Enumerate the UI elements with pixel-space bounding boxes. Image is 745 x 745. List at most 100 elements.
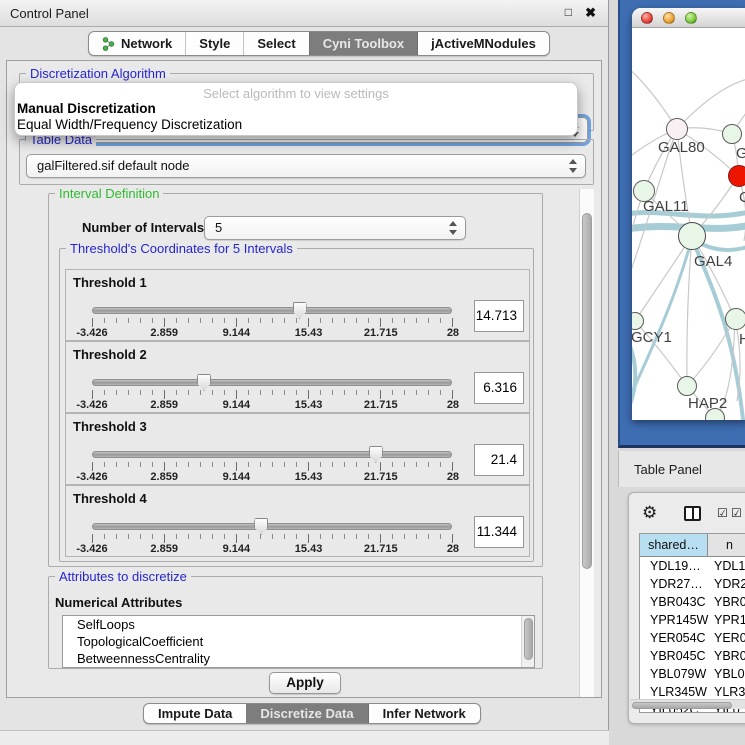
network-node[interactable] — [666, 118, 688, 140]
num-intervals-label: Number of Intervals — [82, 220, 204, 235]
column-header-shared-name[interactable]: shared… — [640, 534, 708, 556]
tab-impute-data[interactable]: Impute Data — [144, 704, 246, 723]
threshold-value-field[interactable]: 11.344 — [474, 516, 524, 548]
network-node[interactable] — [677, 376, 697, 396]
dropdown-option-manual[interactable]: Manual Discretization — [15, 101, 577, 117]
checkbox-icon[interactable]: ☑ — [731, 506, 742, 520]
threshold-label: Threshold 1 — [73, 275, 147, 290]
tab-cyni-toolbox[interactable]: Cyni Toolbox — [309, 32, 417, 55]
table-horizontal-scrollbar[interactable] — [630, 699, 745, 709]
network-node[interactable] — [722, 124, 742, 144]
slider-handle[interactable] — [197, 374, 211, 391]
control-panel: Control Panel □ ✖ Network Style Select C… — [0, 0, 609, 745]
column-header-name[interactable]: n — [708, 534, 745, 556]
table-data-value: galFiltered.sif default node — [37, 158, 189, 173]
group-title: Interval Definition — [55, 186, 163, 201]
table-row[interactable]: YBR043CYBR0 — [640, 593, 745, 611]
panel-scrollbar[interactable] — [579, 189, 594, 697]
bottom-tab-bar: Impute Data Discretize Data Infer Networ… — [143, 703, 481, 724]
node-label: GAL11 — [643, 198, 689, 215]
slider-handle[interactable] — [369, 446, 383, 463]
threshold-panel: Threshold 4 -3.4262.8599.14415.4321.7152… — [65, 485, 530, 557]
close-icon[interactable]: ✖ — [585, 5, 596, 21]
stepper-icon — [449, 221, 458, 235]
node-table: shared… n YDL19…YDL1 YDR27…YDR2 YBR043CY… — [639, 533, 745, 713]
threshold-slider[interactable] — [92, 451, 452, 458]
num-intervals-combobox[interactable]: 5 — [204, 216, 466, 240]
network-node[interactable] — [728, 165, 745, 187]
attributes-listbox[interactable]: SelfLoops TopologicalCoefficient Between… — [62, 615, 535, 668]
float-window-icon[interactable]: □ — [565, 5, 572, 19]
node-label: HAP2 — [688, 395, 727, 412]
interval-definition-group: Interval Definition Number of Intervals … — [48, 193, 543, 567]
dropdown-hint: Select algorithm to view settings — [15, 86, 577, 101]
threshold-panel: Threshold 3 -3.4262.8599.14415.4321.7152… — [65, 413, 530, 485]
minimize-traffic-light-icon[interactable] — [663, 12, 675, 24]
slider-handle[interactable] — [293, 302, 307, 319]
algorithm-dropdown-popup: Select algorithm to view settings Manual… — [14, 82, 578, 136]
node-label: H — [739, 331, 745, 348]
table-panel-titlebar: Table Panel — [618, 451, 745, 487]
threshold-panel: Threshold 1 -3.4262.8599.14415.4321.7152… — [65, 269, 530, 341]
table-row[interactable]: YDR27…YDR2 — [640, 575, 745, 593]
apply-button[interactable]: Apply — [269, 672, 341, 694]
network-window: GAL80 G. GAL11 C GAL4 GCY1 H HAP2 — [632, 8, 745, 420]
node-label: G. — [736, 145, 745, 162]
tab-label: Select — [257, 36, 295, 51]
table-row[interactable]: YDL19…YDL1 — [640, 557, 745, 575]
gear-icon[interactable]: ⚙ — [642, 504, 657, 521]
major-ticks — [92, 390, 453, 399]
cyni-toolbox-pane: Discretization Algorithm Select algorith… — [6, 60, 602, 698]
dropdown-option-equal-width[interactable]: Equal Width/Frequency Discretization — [15, 117, 577, 133]
tab-network[interactable]: Network — [89, 32, 185, 55]
threshold-value-field[interactable]: 14.713 — [474, 300, 524, 332]
table-data-combobox[interactable]: galFiltered.sif default node — [26, 154, 586, 178]
checkbox-icon[interactable]: ☑ — [717, 506, 728, 520]
network-node[interactable] — [678, 222, 706, 250]
top-tab-bar: Network Style Select Cyni Toolbox jActiv… — [88, 31, 550, 56]
group-title: Attributes to discretize — [55, 569, 191, 584]
columns-icon[interactable] — [684, 506, 701, 521]
table-toolbar: ⚙ ☑ ☑ — [629, 493, 745, 533]
network-canvas[interactable]: GAL80 G. GAL11 C GAL4 GCY1 H HAP2 — [632, 29, 745, 420]
tab-infer-network[interactable]: Infer Network — [368, 704, 480, 723]
tick-labels: -3.4262.8599.14415.4321.71528 — [68, 399, 477, 411]
list-item[interactable]: BetweennessCentrality — [63, 650, 534, 667]
threshold-slider[interactable] — [92, 523, 452, 530]
list-item[interactable]: SelfLoops — [63, 616, 534, 633]
slider-handle[interactable] — [254, 518, 268, 535]
list-item[interactable]: TopologicalCoefficient — [63, 633, 534, 650]
major-ticks — [92, 462, 453, 471]
threshold-value-field[interactable]: 21.4 — [474, 444, 524, 476]
table-data-group: Table Data galFiltered.sif default node — [19, 139, 594, 185]
control-panel-titlebar: Control Panel □ ✖ — [0, 0, 608, 27]
tab-discretize-data[interactable]: Discretize Data — [246, 704, 367, 723]
threshold-value-field[interactable]: 6.316 — [474, 372, 524, 404]
table-row[interactable]: YPR145WYPR1 — [640, 611, 745, 629]
threshold-label: Threshold 2 — [73, 347, 147, 362]
tab-label: jActiveMNodules — [431, 36, 536, 51]
zoom-traffic-light-icon[interactable] — [685, 12, 697, 24]
node-label: GAL80 — [658, 139, 705, 156]
network-node[interactable] — [725, 308, 745, 330]
thresholds-group: Threshold's Coordinates for 5 Intervals … — [59, 248, 534, 562]
network-window-titlebar[interactable] — [632, 8, 745, 28]
group-title: Discretization Algorithm — [26, 66, 170, 81]
tick-labels: -3.4262.8599.14415.4321.71528 — [68, 471, 477, 483]
tab-select[interactable]: Select — [243, 32, 308, 55]
table-row[interactable]: YBR045CYBR0 — [640, 647, 745, 665]
list-scrollbar[interactable] — [521, 616, 534, 667]
threshold-slider[interactable] — [92, 379, 452, 386]
num-intervals-value: 5 — [215, 220, 222, 235]
close-traffic-light-icon[interactable] — [641, 12, 653, 24]
tab-style[interactable]: Style — [185, 32, 243, 55]
tab-label: Network — [121, 36, 172, 51]
network-view-frame[interactable]: GAL80 G. GAL11 C GAL4 GCY1 H HAP2 — [618, 0, 745, 448]
threshold-slider[interactable] — [92, 307, 452, 314]
tab-jactivemnodules[interactable]: jActiveMNodules — [417, 32, 549, 55]
threshold-label: Threshold 3 — [73, 419, 147, 434]
numerical-attributes-label: Numerical Attributes — [55, 595, 182, 610]
table-row[interactable]: YER054CYER0 — [640, 629, 745, 647]
table-row[interactable]: YBL079WYBL0 — [640, 665, 745, 683]
node-label: GAL4 — [694, 253, 732, 270]
